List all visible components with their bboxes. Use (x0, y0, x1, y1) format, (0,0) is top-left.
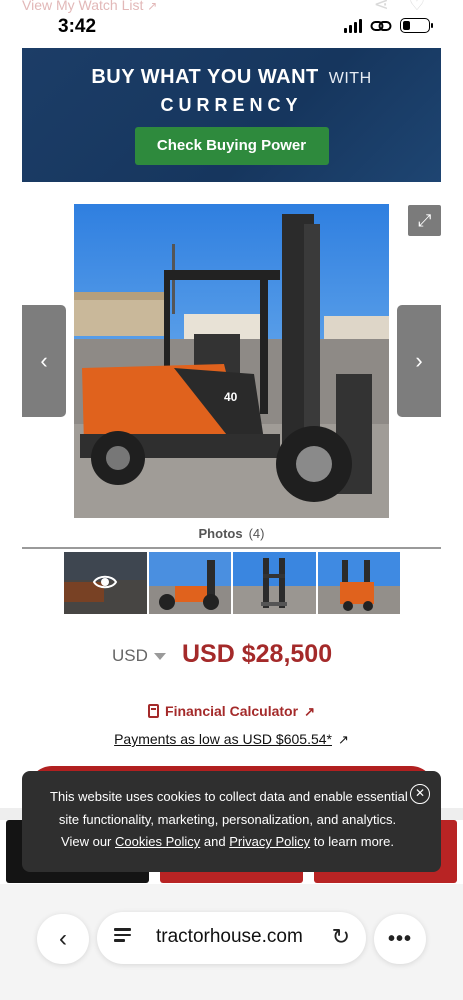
signal-icon (344, 18, 362, 33)
currency-banner[interactable]: BUY WHAT YOU WANT WITH CURRENCY Check Buy… (22, 48, 441, 182)
chevron-left-icon[interactable]: ‹ (22, 305, 66, 417)
page-settings-icon[interactable] (114, 928, 131, 948)
more-icon: ••• (387, 927, 412, 950)
photos-count-label: Photos (4) (198, 526, 265, 541)
chevron-left-icon: ‹ (59, 925, 67, 952)
thumbnail-1[interactable] (64, 552, 147, 614)
payments-link[interactable]: Payments as low as USD $605.54* ↗ (0, 731, 463, 748)
calculator-icon (148, 704, 160, 718)
share-actions: ⋖ ♡ (354, 0, 425, 15)
banner-headline: BUY WHAT YOU WANT WITH (91, 66, 372, 88)
external-link-icon: ↗ (147, 0, 158, 13)
thumbnail-2[interactable] (148, 552, 231, 614)
watch-list-link[interactable]: View My Watch List ↗ (22, 0, 157, 13)
thumbnail-strip (64, 552, 400, 614)
financial-calculator-link[interactable]: Financial Calculator ↗ (0, 703, 463, 720)
more-button[interactable]: ••• (374, 914, 426, 964)
address-bar[interactable]: tractorhouse.com ↻ (97, 912, 366, 964)
url-text: tractorhouse.com (156, 926, 303, 947)
thumbnail-3[interactable] (233, 552, 316, 614)
close-icon[interactable]: ✕ (410, 784, 430, 804)
share-icon[interactable]: ⋖ (374, 0, 389, 14)
cookie-text-2: site functionality, marketing, personali… (58, 811, 397, 827)
currency-logo: CURRENCY (160, 95, 303, 115)
status-icons (344, 18, 433, 33)
privacy-policy-link[interactable]: Privacy Policy (229, 834, 310, 849)
svg-text:40: 40 (224, 390, 238, 404)
heart-icon[interactable]: ♡ (409, 0, 425, 14)
caret-down-icon (153, 653, 166, 661)
external-link-icon: ↗ (337, 732, 349, 747)
main-photo[interactable]: 40 (74, 204, 389, 518)
thumbnail-4[interactable] (317, 552, 400, 614)
eye-icon (92, 575, 118, 589)
check-buying-power-button[interactable]: Check Buying Power (134, 127, 329, 165)
cookie-text-3: View our Cookies Policy and Privacy Poli… (61, 834, 394, 849)
external-link-icon: ↗ (304, 704, 315, 719)
price: USD $28,500 (182, 640, 333, 668)
expand-icon[interactable]: ⤢ (408, 205, 441, 236)
hotspot-icon (370, 20, 392, 31)
reload-icon[interactable]: ↻ (332, 924, 350, 950)
currency-select[interactable]: USD (112, 646, 166, 666)
chevron-right-icon[interactable]: › (397, 305, 441, 417)
listing-page: View My Watch List ↗ ⋖ ♡ 3:42 BUY WHAT YO… (0, 0, 463, 1000)
gallery-divider (22, 547, 441, 549)
back-button[interactable]: ‹ (37, 914, 89, 964)
status-time: 3:42 (58, 16, 97, 37)
cookie-text-1: This website uses cookies to collect dat… (50, 789, 408, 804)
cookie-banner: This website uses cookies to collect dat… (22, 771, 441, 872)
battery-icon (400, 18, 433, 33)
cookies-policy-link[interactable]: Cookies Policy (115, 834, 200, 849)
